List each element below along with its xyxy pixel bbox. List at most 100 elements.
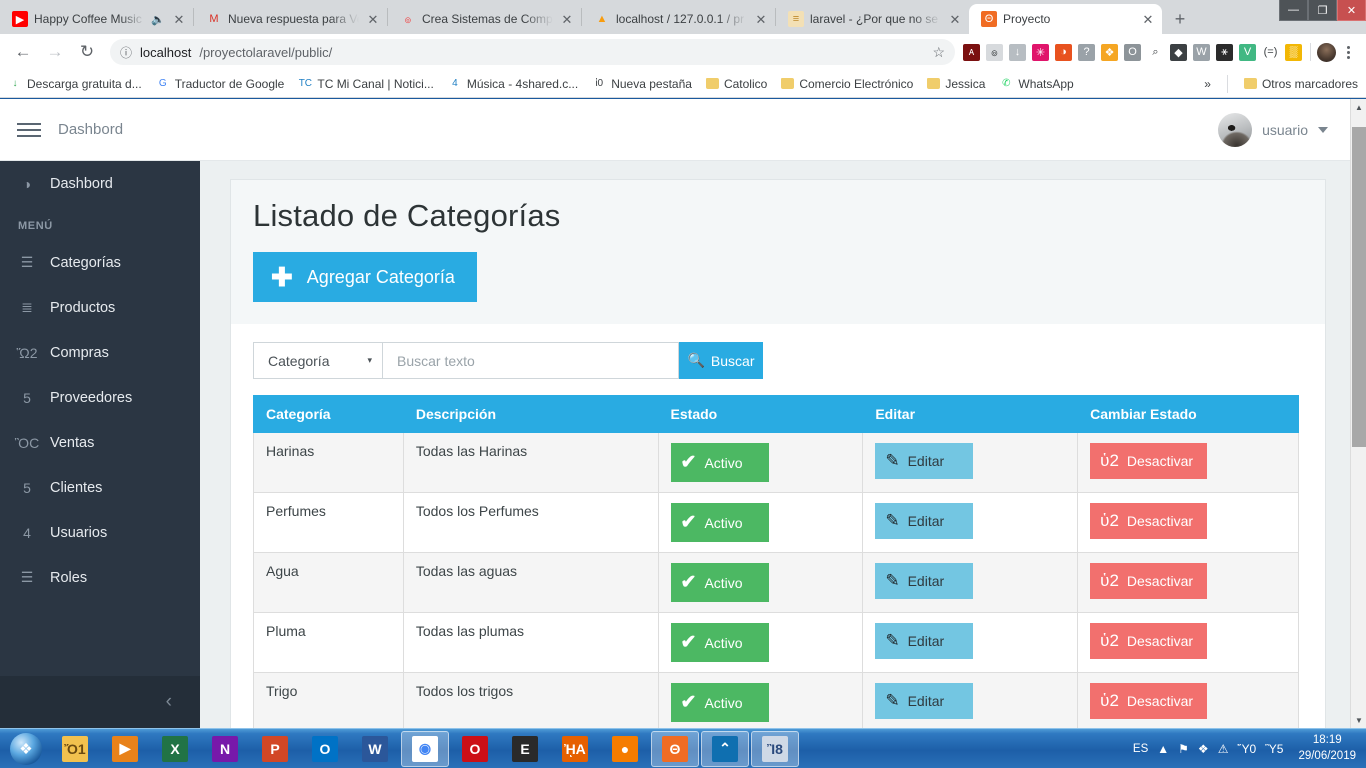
bookmark-item[interactable]: ↓ Descarga gratuita d... [8,77,142,91]
bookmark-item[interactable]: ✆ WhatsApp [999,77,1073,91]
color-picker-icon[interactable]: ◑ [1055,44,1072,61]
new-tab-button[interactable]: + [1166,5,1194,33]
table-column-header[interactable]: Editar [863,396,1078,433]
table-column-header[interactable]: Cambiar Estado [1078,396,1299,433]
eraser-icon[interactable]: ◆ [1170,44,1187,61]
address-bar[interactable]: ⓘ localhost/proyectolaravel/public/ ☆ [110,39,955,65]
user-menu[interactable]: usuario [1218,113,1350,147]
download-arrow-icon[interactable]: ↓ [1009,44,1026,61]
warning-icon[interactable]: ⚠ [1218,742,1229,756]
editar-button[interactable]: ✎ Editar [875,623,973,659]
close-icon[interactable]: ✕ [559,13,575,26]
close-window-button[interactable]: ✕ [1337,0,1366,21]
sidebar-item-productos[interactable]: ≣ Productos [0,285,200,330]
sidebar-item-categoras[interactable]: ☰ Categorías [0,240,200,285]
taskbar-item[interactable]: Θ [651,731,699,767]
browser-tab[interactable]: ▶ Happy Coffee Music 🔈 ✕ [0,4,193,34]
close-icon[interactable]: ✕ [365,13,381,26]
browser-tab[interactable]: M Nueva respuesta para Ve ✕ [194,4,387,34]
taskbar-item[interactable]: E [501,731,549,767]
editar-button[interactable]: ✎ Editar [875,503,973,539]
puzzle-icon[interactable]: ❖ [1101,44,1118,61]
cambiar-estado-button[interactable]: ὑ2 Desactivar [1090,443,1207,479]
editar-button[interactable]: ✎ Editar [875,443,973,479]
restore-button[interactable]: ❐ [1308,0,1337,21]
bookmark-item[interactable]: Comercio Electrónico [781,77,913,91]
search-input[interactable]: Buscar texto [383,342,679,379]
close-icon[interactable]: ✕ [171,13,187,26]
bookmark-item[interactable]: 4 Música - 4shared.c... [448,77,578,91]
scrollbar-thumb[interactable] [1352,127,1366,447]
close-icon[interactable]: ✕ [1140,13,1156,26]
taskbar-item[interactable]: ᾘA [551,731,599,767]
scroll-down-arrow[interactable]: ▼ [1351,712,1366,728]
adobe-acrobat-icon[interactable]: ᴀ [963,44,980,61]
colorful-bars-icon[interactable]: ▒ [1285,44,1302,61]
display-icon[interactable]: Ὓ5 [1265,742,1283,756]
minimize-button[interactable]: — [1279,0,1308,21]
tray-expand-icon[interactable]: ▲ [1157,742,1169,756]
start-button[interactable]: ❖ [2,730,50,768]
category-select[interactable]: Categoría ▾ [253,342,383,379]
scroll-up-arrow[interactable]: ▲ [1351,99,1366,115]
table-column-header[interactable]: Estado [658,396,863,433]
close-icon[interactable]: ✕ [947,13,963,26]
estado-button[interactable]: ✔ Activo [671,563,769,602]
reload-button[interactable]: ↻ [72,38,102,66]
person-pin-icon[interactable]: ⚹ [1216,44,1233,61]
bookmark-item[interactable]: Jessica [927,77,985,91]
star-icon[interactable]: ☆ [932,44,945,61]
sidebar-item-proveedores[interactable]: ὆5 Proveedores [0,375,200,420]
sidebar-collapse-button[interactable]: ‹ [0,676,200,728]
editar-button[interactable]: ✎ Editar [875,563,973,599]
browser-tab[interactable]: Θ Proyecto ✕ [969,4,1162,34]
cambiar-estado-button[interactable]: ὑ2 Desactivar [1090,503,1207,539]
page-scrollbar[interactable]: ▲ ▼ [1350,99,1366,728]
estado-button[interactable]: ✔ Activo [671,623,769,662]
close-icon[interactable]: ✕ [753,13,769,26]
table-column-header[interactable]: Descripción [403,396,658,433]
browser-tab[interactable]: ๏ Crea Sistemas de Compr ✕ [388,4,581,34]
taskbar-item[interactable]: O [301,731,349,767]
sidebar-item-ventas[interactable]: ὋC Ventas [0,420,200,465]
opera-touch-icon[interactable]: O [1124,44,1141,61]
search-button[interactable]: 🔍 Buscar [679,342,763,379]
dropbox-icon[interactable]: ❖ [1198,742,1209,756]
vue-devtools-icon[interactable]: V [1239,44,1256,61]
browser-tab[interactable]: ▲ localhost / 127.0.0.1 / pr ✕ [582,4,775,34]
estado-button[interactable]: ✔ Activo [671,503,769,542]
shopping-bag-icon[interactable]: ๏ [986,44,1003,61]
chrome-menu-button[interactable] [1338,46,1358,59]
bookmark-item[interactable]: TC TC Mi Canal | Notici... [298,77,433,91]
taskbar-item[interactable]: ● [601,731,649,767]
cambiar-estado-button[interactable]: ὑ2 Desactivar [1090,683,1207,719]
cambiar-estado-button[interactable]: ὑ2 Desactivar [1090,563,1207,599]
estado-button[interactable]: ✔ Activo [671,443,769,482]
sidebar-item-usuarios[interactable]: ὆4 Usuarios [0,510,200,555]
bookmark-item[interactable]: Catolico [706,77,767,91]
language-indicator[interactable]: ES [1133,743,1148,755]
profile-avatar[interactable] [1317,43,1336,62]
search-box-icon[interactable]: ⌕ [1147,44,1164,61]
back-button[interactable]: ← [8,38,38,66]
taskbar-item[interactable]: Ὄ1 [51,731,99,767]
bookmark-item[interactable]: G Traductor de Google [156,77,285,91]
hamburger-icon[interactable] [0,123,58,137]
taskbar-item[interactable]: ▶ [101,731,149,767]
browser-tab[interactable]: ≡ laravel - ¿Por que no se ✕ [776,4,969,34]
forward-button[interactable]: → [40,38,70,66]
cambiar-estado-button[interactable]: ὑ2 Desactivar [1090,623,1207,659]
taskbar-item[interactable]: W [351,731,399,767]
help-shield-icon[interactable]: ? [1078,44,1095,61]
add-category-button[interactable]: ✚ Agregar Categoría [253,252,477,302]
clock[interactable]: 18:19 29/06/2019 [1292,733,1356,764]
taskbar-item[interactable]: ◉ [401,731,449,767]
word-export-icon[interactable]: W [1193,44,1210,61]
bookmark-item[interactable]: ἱ0 Nueva pestaña [592,77,692,91]
sidebar-item-clientes[interactable]: ὆5 Clientes [0,465,200,510]
adblock-off-icon[interactable]: ✳ [1032,44,1049,61]
editar-button[interactable]: ✎ Editar [875,683,973,719]
sidebar-item-dashboard[interactable]: ◑ Dashbord [0,161,200,206]
taskbar-item[interactable]: O [451,731,499,767]
clipboard-icon[interactable]: Ὕ0 [1237,742,1256,756]
